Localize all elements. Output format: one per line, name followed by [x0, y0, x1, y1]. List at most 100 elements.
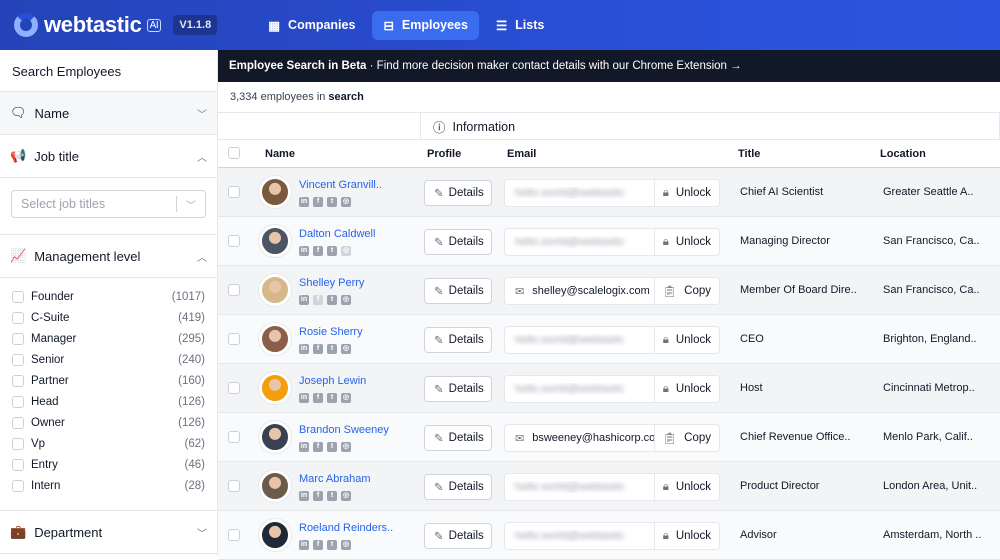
job-title: CEO	[740, 333, 764, 345]
web-icon[interactable]: ◎	[341, 197, 351, 207]
beta-banner[interactable]: Employee Search in Beta · Find more deci…	[218, 50, 1000, 82]
row-checkbox[interactable]	[228, 529, 240, 541]
unlock-button[interactable]: 🔒︎ Unlock	[653, 229, 719, 255]
employee-name-link[interactable]: Brandon Sweeney	[299, 424, 389, 436]
unlock-button[interactable]: 🔒︎ Unlock	[653, 523, 719, 549]
facebook-icon[interactable]: f	[313, 197, 323, 207]
filter-section-management-level[interactable]: 📈 Management level ︿	[0, 235, 217, 278]
level-option[interactable]: Head (126)	[12, 391, 205, 412]
twitter-icon[interactable]: t	[327, 295, 337, 305]
unlock-button[interactable]: 🔒︎ Unlock	[653, 376, 719, 402]
level-checkbox[interactable]	[12, 311, 24, 324]
details-button[interactable]: ✎ Details	[424, 327, 492, 353]
nav-label: Companies	[288, 18, 356, 32]
row-checkbox[interactable]	[228, 284, 240, 296]
level-checkbox[interactable]	[12, 374, 24, 387]
level-option[interactable]: Entry (46)	[12, 454, 205, 475]
linkedin-icon[interactable]: in	[299, 344, 309, 354]
row-checkbox[interactable]	[228, 186, 240, 198]
web-icon[interactable]: ◎	[341, 540, 351, 550]
linkedin-icon[interactable]: in	[299, 197, 309, 207]
facebook-icon[interactable]: f	[313, 540, 323, 550]
employee-name-link[interactable]: Dalton Caldwell	[299, 228, 375, 240]
linkedin-icon[interactable]: in	[299, 540, 309, 550]
level-checkbox[interactable]	[12, 290, 24, 303]
nav-employees[interactable]: ⊟ Employees	[372, 10, 479, 40]
linkedin-icon[interactable]: in	[299, 295, 309, 305]
nav-lists[interactable]: ☰ Lists	[485, 11, 555, 40]
facebook-icon[interactable]: f	[313, 295, 323, 305]
level-option[interactable]: C-Suite (419)	[12, 307, 205, 328]
details-button[interactable]: ✎ Details	[424, 474, 492, 500]
employee-name-link[interactable]: Vincent Granvill..	[299, 179, 382, 191]
row-checkbox[interactable]	[228, 480, 240, 492]
linkedin-icon[interactable]: in	[299, 442, 309, 452]
level-option[interactable]: Founder (1017)	[12, 286, 205, 307]
nav-companies[interactable]: ▦ Companies	[257, 11, 366, 40]
select-all-checkbox[interactable]	[228, 147, 240, 159]
twitter-icon[interactable]: t	[327, 197, 337, 207]
linkedin-icon[interactable]: in	[299, 246, 309, 256]
web-icon[interactable]: ◎	[341, 491, 351, 501]
employee-name-link[interactable]: Joseph Lewin	[299, 375, 366, 387]
twitter-icon[interactable]: t	[327, 246, 337, 256]
level-checkbox[interactable]	[12, 353, 24, 366]
details-button[interactable]: ✎ Details	[424, 376, 492, 402]
info-icon: ⓘ	[433, 121, 446, 135]
row-checkbox[interactable]	[228, 333, 240, 345]
filter-section-department[interactable]: 💼 Department ﹀	[0, 511, 217, 554]
facebook-icon[interactable]: f	[313, 491, 323, 501]
level-checkbox[interactable]	[12, 416, 24, 429]
unlock-button[interactable]: 🔒︎ Unlock	[653, 327, 719, 353]
twitter-icon[interactable]: t	[327, 393, 337, 403]
twitter-icon[interactable]: t	[327, 344, 337, 354]
level-checkbox[interactable]	[12, 458, 24, 471]
level-checkbox[interactable]	[12, 332, 24, 345]
web-icon[interactable]: ◎	[341, 246, 351, 256]
job-title-select[interactable]: Select job titles ﹀	[11, 190, 206, 218]
row-checkbox[interactable]	[228, 235, 240, 247]
level-option[interactable]: Partner (160)	[12, 370, 205, 391]
facebook-icon[interactable]: f	[313, 246, 323, 256]
employee-name-link[interactable]: Roeland Reinders..	[299, 522, 393, 534]
web-icon[interactable]: ◎	[341, 442, 351, 452]
details-button[interactable]: ✎ Details	[424, 278, 492, 304]
level-option[interactable]: Manager (295)	[12, 328, 205, 349]
web-icon[interactable]: ◎	[341, 393, 351, 403]
unlock-button[interactable]: 🔒︎ Unlock	[653, 180, 719, 206]
web-icon[interactable]: ◎	[341, 295, 351, 305]
top-nav-bar: webtastic AI V1.1.8 ▦ Companies ⊟ Employee…	[0, 0, 1000, 50]
level-checkbox[interactable]	[12, 479, 24, 492]
copy-button[interactable]: 📋︎ Copy	[653, 425, 719, 451]
employee-name-link[interactable]: Rosie Sherry	[299, 326, 363, 338]
employee-name-link[interactable]: Shelley Perry	[299, 277, 364, 289]
details-button[interactable]: ✎ Details	[424, 229, 492, 255]
level-checkbox[interactable]	[12, 395, 24, 408]
facebook-icon[interactable]: f	[313, 442, 323, 452]
copy-button[interactable]: 📋︎ Copy	[653, 278, 719, 304]
level-option[interactable]: Owner (126)	[12, 412, 205, 433]
level-checkbox[interactable]	[12, 437, 24, 450]
filter-section-name[interactable]: 🗨 Name ﹀	[0, 92, 217, 135]
row-checkbox[interactable]	[228, 431, 240, 443]
details-label: Details	[448, 481, 484, 493]
details-button[interactable]: ✎ Details	[424, 425, 492, 451]
facebook-icon[interactable]: f	[313, 344, 323, 354]
web-icon[interactable]: ◎	[341, 344, 351, 354]
details-button[interactable]: ✎ Details	[424, 523, 492, 549]
employee-name-link[interactable]: Marc Abraham	[299, 473, 371, 485]
linkedin-icon[interactable]: in	[299, 393, 309, 403]
row-checkbox[interactable]	[228, 382, 240, 394]
twitter-icon[interactable]: t	[327, 491, 337, 501]
level-option[interactable]: Senior (240)	[12, 349, 205, 370]
level-option[interactable]: Intern (28)	[12, 475, 205, 496]
details-button[interactable]: ✎ Details	[424, 180, 492, 206]
twitter-icon[interactable]: t	[327, 442, 337, 452]
level-option[interactable]: Vp (62)	[12, 433, 205, 454]
filter-section-job-title[interactable]: 📢 Job title ︿	[0, 135, 217, 178]
twitter-icon[interactable]: t	[327, 540, 337, 550]
linkedin-icon[interactable]: in	[299, 491, 309, 501]
unlock-button[interactable]: 🔒︎ Unlock	[653, 474, 719, 500]
facebook-icon[interactable]: f	[313, 393, 323, 403]
logo[interactable]: webtastic AI	[14, 12, 162, 38]
